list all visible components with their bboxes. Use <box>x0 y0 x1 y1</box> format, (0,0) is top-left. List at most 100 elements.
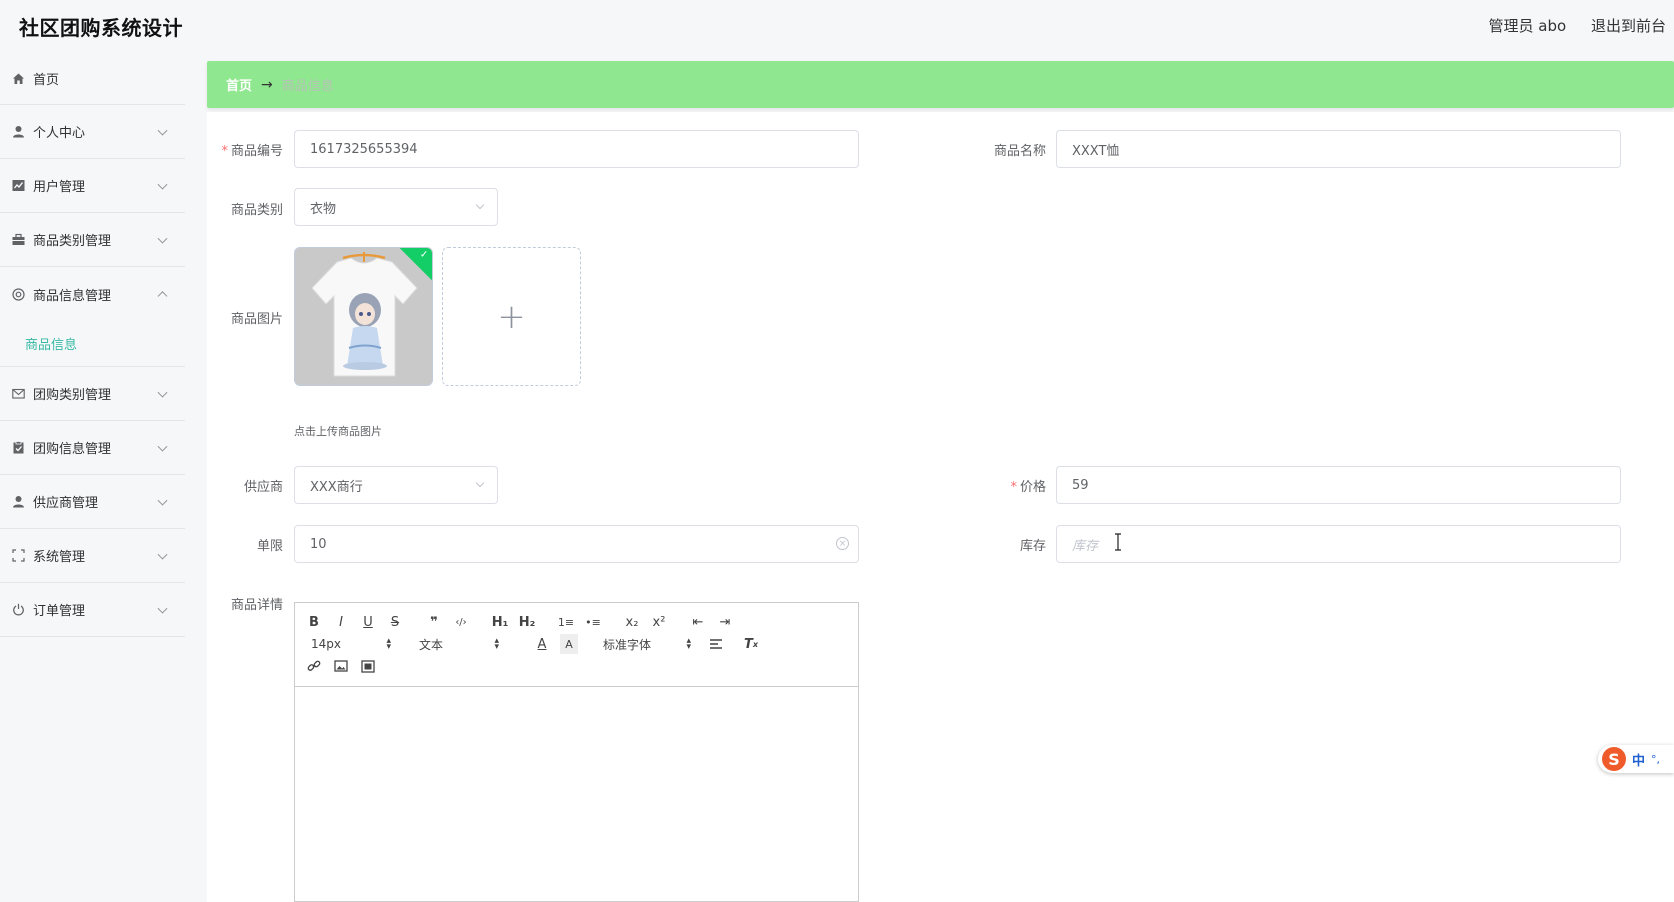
sidebar: 首页 个人中心 用户管理 商品类别管理 商品信息管理 商品信息 团购类别管理 团… <box>0 52 185 902</box>
sidebar-item-personal-center[interactable]: 个人中心 <box>0 105 185 159</box>
align-button[interactable] <box>707 634 725 654</box>
breadcrumb-home[interactable]: 首页 <box>226 75 252 94</box>
chevron-down-icon <box>157 387 168 398</box>
breadcrumb: 首页 → 商品信息 <box>207 61 1674 108</box>
upload-add-button[interactable]: + <box>442 247 581 386</box>
ime-indicator[interactable]: S 中 °, <box>1598 745 1674 773</box>
clipboard-icon <box>11 441 25 455</box>
sidebar-item-label: 供应商管理 <box>33 496 99 511</box>
product-image-label: 商品图片 <box>230 312 283 327</box>
underline-button[interactable]: U <box>359 612 377 632</box>
video-icon <box>361 659 375 673</box>
chevron-down-icon <box>157 495 168 506</box>
check-icon: ✓ <box>419 249 429 261</box>
price-input[interactable]: 59 <box>1056 466 1621 504</box>
tshirt-image <box>295 248 432 385</box>
code-block-button[interactable]: ‹/› <box>452 612 470 632</box>
rich-text-editor: B I U S ❞ ‹/› H₁ H₂ 1≡ •≡ x₂ x² ⇤ ⇥ 14px… <box>294 602 859 902</box>
background-color-button[interactable]: A <box>560 634 578 654</box>
updown-arrows-icon: ▴ ▾ <box>494 636 499 652</box>
chevron-down-icon <box>157 179 168 190</box>
product-category-select[interactable]: 衣物 <box>294 188 498 226</box>
power-icon <box>11 603 25 617</box>
product-code-label: * 商品编号 <box>221 144 283 159</box>
sidebar-item-label: 商品类别管理 <box>33 234 112 249</box>
bullet-list-button[interactable]: •≡ <box>584 612 602 632</box>
required-asterisk: * <box>221 144 228 159</box>
sidebar-item-label: 团购信息管理 <box>33 442 112 457</box>
limit-input[interactable]: 10 × <box>294 525 859 563</box>
sidebar-item-label: 用户管理 <box>33 180 86 195</box>
app-title: 社区团购系统设计 <box>19 16 183 40</box>
sidebar-item-supplier-management[interactable]: 供应商管理 <box>0 475 185 529</box>
breadcrumb-arrow-icon: → <box>261 76 273 93</box>
breadcrumb-current: 商品信息 <box>281 79 334 94</box>
subscript-button[interactable]: x₂ <box>623 612 641 632</box>
mail-icon <box>11 387 25 401</box>
exit-to-frontend-link[interactable]: 退出到前台 <box>1591 17 1666 35</box>
editor-content-area[interactable] <box>295 687 858 901</box>
block-type-select[interactable]: 文本 ▴ ▾ <box>419 636 499 653</box>
product-name-input[interactable]: XXXT恤 <box>1056 130 1621 168</box>
bold-button[interactable]: B <box>305 612 323 632</box>
supplier-select[interactable]: XXX商行 <box>294 466 498 504</box>
required-asterisk: * <box>1010 480 1017 495</box>
italic-button[interactable]: I <box>332 612 350 632</box>
limit-label: 单限 <box>256 539 283 554</box>
stock-label: 库存 <box>1019 539 1046 554</box>
font-size-select[interactable]: 14px ▴ ▾ <box>311 636 391 652</box>
stock-input[interactable]: 库存 <box>1056 525 1621 563</box>
blockquote-button[interactable]: ❞ <box>425 612 443 632</box>
text-cursor-icon <box>1115 533 1121 551</box>
sidebar-item-user-management[interactable]: 用户管理 <box>0 159 185 213</box>
detail-label: 商品详情 <box>230 598 283 613</box>
sidebar-item-home[interactable]: 首页 <box>0 52 185 105</box>
clear-icon[interactable]: × <box>836 537 849 550</box>
sidebar-subitem-product-info[interactable]: 商品信息 <box>0 321 185 367</box>
chevron-down-icon <box>157 603 168 614</box>
outdent-button[interactable]: ⇤ <box>689 612 707 632</box>
fullscreen-icon <box>11 549 25 563</box>
product-name-label: 商品名称 <box>993 144 1046 159</box>
strikethrough-button[interactable]: S <box>386 612 404 632</box>
font-family-select[interactable]: 标准字体 ▴ ▾ <box>603 636 691 653</box>
sidebar-item-order-management[interactable]: 订单管理 <box>0 583 185 637</box>
editor-toolbar: B I U S ❞ ‹/› H₁ H₂ 1≡ •≡ x₂ x² ⇤ ⇥ 14px… <box>295 603 858 687</box>
updown-arrows-icon: ▴ ▾ <box>386 636 391 652</box>
link-icon <box>307 660 321 671</box>
user-icon <box>11 125 25 139</box>
sidebar-item-groupbuy-category-management[interactable]: 团购类别管理 <box>0 367 185 421</box>
uploaded-product-image[interactable]: ✓ <box>294 247 433 386</box>
sidebar-item-groupbuy-info-management[interactable]: 团购信息管理 <box>0 421 185 475</box>
sidebar-item-label: 首页 <box>33 72 60 88</box>
plus-icon: + <box>497 296 526 337</box>
chart-icon <box>11 179 25 193</box>
image-button[interactable] <box>332 656 350 676</box>
align-left-icon <box>710 639 722 649</box>
sidebar-item-label: 系统管理 <box>33 550 86 565</box>
ordered-list-button[interactable]: 1≡ <box>557 612 575 632</box>
user-icon <box>11 495 25 509</box>
toolbar-row-3 <box>305 655 848 677</box>
image-icon <box>334 660 348 672</box>
sidebar-item-system-management[interactable]: 系统管理 <box>0 529 185 583</box>
chevron-up-icon <box>157 291 168 302</box>
toolbar-row-1: B I U S ❞ ‹/› H₁ H₂ 1≡ •≡ x₂ x² ⇤ ⇥ <box>305 611 848 633</box>
chevron-down-icon <box>475 478 485 488</box>
clear-format-button[interactable]: Tx <box>742 634 760 654</box>
top-bar: 社区团购系统设计 管理员 abo 退出到前台 <box>0 0 1674 52</box>
video-button[interactable] <box>359 656 377 676</box>
chevron-down-icon <box>157 441 168 452</box>
font-color-button[interactable]: A <box>533 634 551 654</box>
indent-button[interactable]: ⇥ <box>716 612 734 632</box>
sidebar-item-product-category-management[interactable]: 商品类别管理 <box>0 213 185 267</box>
topbar-right: 管理员 abo 退出到前台 <box>1469 15 1666 36</box>
sidebar-item-label: 订单管理 <box>33 604 86 619</box>
product-code-input[interactable]: 1617325655394 <box>294 130 859 168</box>
header1-button[interactable]: H₁ <box>491 612 509 632</box>
sidebar-item-product-info-management[interactable]: 商品信息管理 <box>0 267 185 321</box>
header2-button[interactable]: H₂ <box>518 612 536 632</box>
link-button[interactable] <box>305 656 323 676</box>
toolbar-row-2: 14px ▴ ▾ 文本 ▴ ▾ A A 标准字体 ▴ ▾ Tx <box>305 633 848 655</box>
superscript-button[interactable]: x² <box>650 612 668 632</box>
